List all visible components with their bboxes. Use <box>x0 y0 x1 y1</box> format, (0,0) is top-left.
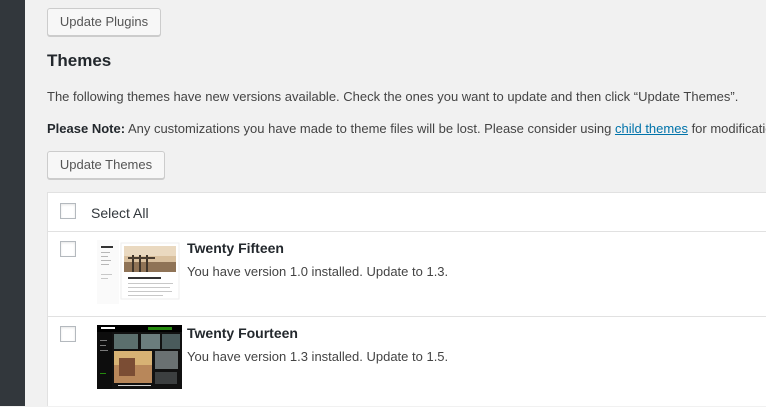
select-all-label[interactable]: Select All <box>91 204 149 222</box>
note-label: Please Note: <box>47 121 126 136</box>
twenty-fourteen-thumbnail <box>97 325 182 389</box>
twenty-fifteen-screenshot-icon <box>97 240 182 304</box>
themes-note-text: Please Note: Any customizations you have… <box>47 120 766 138</box>
themes-section-title: Themes <box>47 51 112 70</box>
update-plugins-button[interactable]: Update Plugins <box>47 8 161 36</box>
update-core-content: Update Plugins Themes The following them… <box>47 0 766 406</box>
twenty-fourteen-checkbox[interactable] <box>60 326 76 342</box>
admin-sidebar <box>0 0 25 406</box>
theme-row-twenty-fourteen: Twenty Fourteen You have version 1.3 ins… <box>48 317 766 407</box>
note-before-link: Any customizations you have made to them… <box>125 121 615 136</box>
twenty-fourteen-version-text: You have version 1.3 installed. Update t… <box>187 349 449 364</box>
table-header-row: Select All <box>48 193 766 232</box>
themes-intro-text: The following themes have new versions a… <box>47 89 739 104</box>
twenty-fifteen-version-text: You have version 1.0 installed. Update t… <box>187 264 449 279</box>
child-themes-link[interactable]: child themes <box>615 121 688 136</box>
twenty-fifteen-thumbnail <box>97 240 182 304</box>
twenty-fifteen-name: Twenty Fifteen <box>187 240 284 256</box>
note-after-link: for modifications. <box>691 121 766 136</box>
select-all-checkbox[interactable] <box>60 203 76 219</box>
theme-row-twenty-fifteen: Twenty Fifteen You have version 1.0 inst… <box>48 232 766 317</box>
twenty-fourteen-screenshot-icon <box>97 325 182 389</box>
update-themes-button[interactable]: Update Themes <box>47 151 165 179</box>
twenty-fifteen-checkbox[interactable] <box>60 241 76 257</box>
twenty-fourteen-name: Twenty Fourteen <box>187 325 298 341</box>
themes-update-table: Select All Twenty Fifteen You have versi… <box>47 192 766 406</box>
